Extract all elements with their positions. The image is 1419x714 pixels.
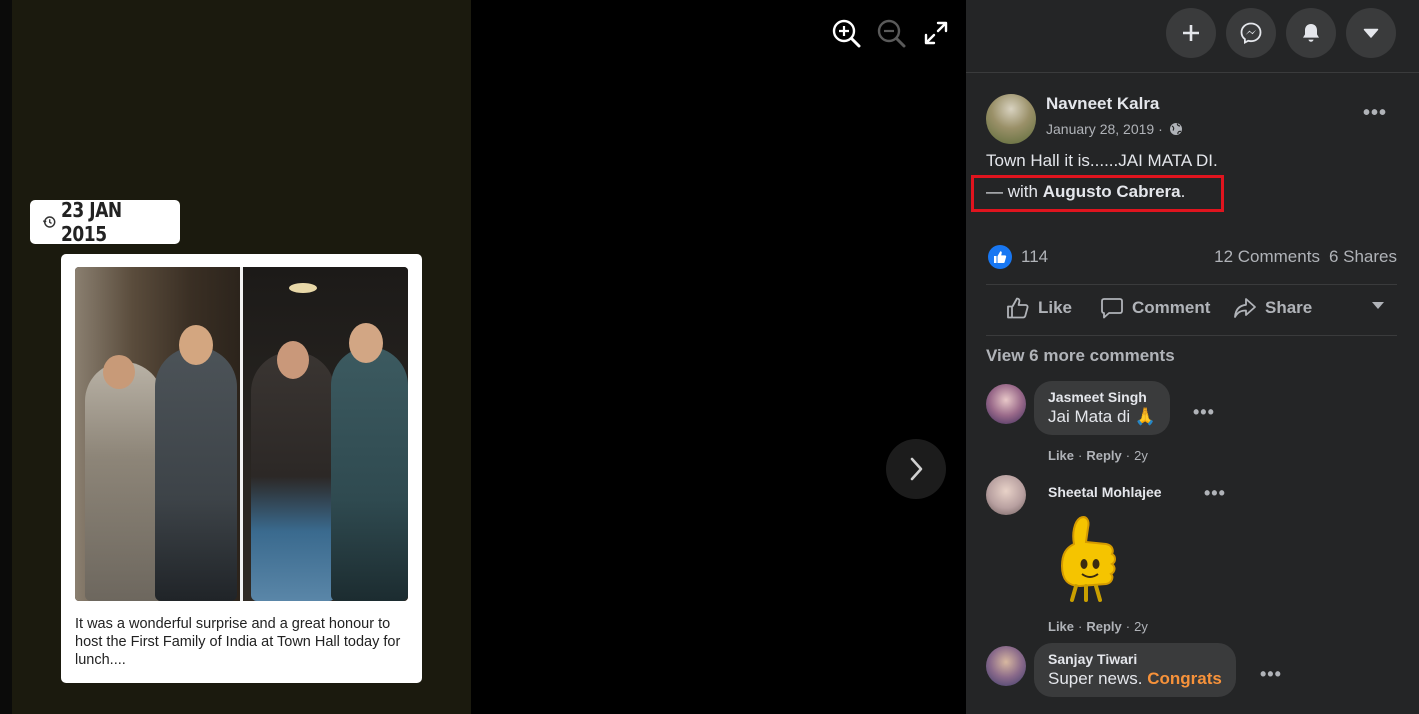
- share-button[interactable]: Share: [1233, 297, 1312, 319]
- messenger-icon: [1240, 22, 1262, 44]
- photo-viewer: 23 JAN 2015 It was a wonderful surprise …: [0, 0, 966, 714]
- zoom-in-button[interactable]: [831, 18, 861, 48]
- share-icon: [1234, 298, 1256, 318]
- comment-button-label: Comment: [1132, 298, 1211, 317]
- comment-like-link[interactable]: Like: [1048, 619, 1074, 634]
- comment-age[interactable]: 2y: [1134, 619, 1148, 634]
- author-avatar[interactable]: [986, 94, 1036, 144]
- zoom-out-icon: [877, 19, 906, 48]
- comment-text-highlight: Congrats: [1147, 669, 1222, 688]
- post-date-text: January 28, 2019 ·: [1046, 121, 1163, 137]
- comment-bubble: Sanjay Tiwari Super news. Congrats: [1034, 643, 1236, 697]
- comment-meta-separator: ·: [1125, 619, 1131, 634]
- like-button-label: Like: [1038, 298, 1073, 317]
- bell-icon: [1303, 24, 1319, 42]
- history-icon: [42, 216, 56, 228]
- news-card: It was a wonderful surprise and a great …: [61, 254, 422, 683]
- comment-reply-link[interactable]: Reply: [1086, 619, 1121, 634]
- comment-text: Jai Mata di 🙏: [1048, 407, 1157, 426]
- comment-button[interactable]: Comment: [1100, 297, 1210, 319]
- post-author[interactable]: Navneet Kalra: [1046, 94, 1159, 114]
- comment-icon: [1101, 298, 1123, 319]
- top-bar: [966, 0, 1419, 73]
- post-date[interactable]: January 28, 2019 ·: [1046, 121, 1183, 137]
- comment-text: Super news. Congrats: [1048, 669, 1222, 689]
- comment-author[interactable]: Sheetal Mohlajee: [1048, 484, 1162, 500]
- post-actions-bar: Like Comment Share: [986, 284, 1397, 336]
- post-text: Town Hall it is......JAI MATA DI.: [986, 151, 1218, 170]
- comment-author[interactable]: Jasmeet Singh: [1048, 389, 1156, 405]
- comment-reply-link[interactable]: Reply: [1086, 448, 1121, 463]
- comment-options-button[interactable]: •••: [1193, 402, 1215, 423]
- annotation-highlight-box: [971, 175, 1224, 212]
- caret-down-icon: [1363, 28, 1379, 38]
- next-photo-button[interactable]: [886, 439, 946, 499]
- reactions-count: 114: [1021, 247, 1049, 266]
- fullscreen-button[interactable]: [921, 18, 951, 48]
- messenger-button[interactable]: [1226, 8, 1276, 58]
- comments-count-link[interactable]: 12 Comments: [1214, 247, 1320, 267]
- comment-options-button[interactable]: •••: [1204, 483, 1226, 504]
- comment-text-plain: Super news.: [1048, 669, 1148, 688]
- post-options-button[interactable]: •••: [1363, 102, 1387, 125]
- share-button-label: Share: [1265, 298, 1313, 317]
- reactions-summary[interactable]: 114: [988, 245, 1048, 269]
- like-button[interactable]: Like: [1006, 297, 1072, 319]
- comment-bubble: Jasmeet Singh Jai Mata di 🙏: [1034, 381, 1171, 435]
- comment-meta-separator: ·: [1078, 448, 1083, 463]
- account-menu-button[interactable]: [1346, 8, 1396, 58]
- fullscreen-icon: [924, 21, 948, 45]
- thumbs-up-sticker: [1060, 516, 1116, 602]
- create-button[interactable]: [1166, 8, 1216, 58]
- engagement-counts: 12 Comments 6 Shares: [1214, 247, 1397, 267]
- comment-meta-separator: ·: [1078, 619, 1083, 634]
- shares-count-link[interactable]: 6 Shares: [1329, 247, 1397, 267]
- comment-avatar[interactable]: [986, 384, 1026, 424]
- photo-right-half: [243, 267, 408, 601]
- chevron-right-icon: [910, 457, 923, 481]
- date-badge: 23 JAN 2015: [30, 198, 180, 246]
- comment-author[interactable]: Sanjay Tiwari: [1048, 651, 1222, 667]
- globe-icon: [1169, 123, 1182, 135]
- date-badge-text: 23 JAN 2015: [60, 198, 122, 246]
- comment-age[interactable]: 2y: [1134, 448, 1148, 463]
- view-more-comments-link[interactable]: View 6 more comments: [986, 346, 1175, 366]
- thumbs-up-icon: [1007, 297, 1029, 319]
- zoom-out-button[interactable]: [876, 18, 906, 48]
- comment-meta: Like · Reply · 2y: [1048, 448, 1148, 463]
- post-panel: Navneet Kalra January 28, 2019 · ••• Tow…: [966, 0, 1419, 714]
- comment-meta-separator: ·: [1125, 448, 1131, 463]
- photo-left-half: [75, 267, 240, 601]
- comment-meta: Like · Reply · 2y: [1048, 619, 1148, 634]
- like-reaction-icon: [988, 245, 1012, 269]
- comment-avatar[interactable]: [986, 646, 1026, 686]
- notifications-button[interactable]: [1286, 8, 1336, 58]
- comment-like-link[interactable]: Like: [1048, 448, 1074, 463]
- plus-icon: [1183, 25, 1199, 41]
- comment-options-button[interactable]: •••: [1260, 664, 1282, 685]
- audience-caret-icon[interactable]: [1372, 302, 1384, 309]
- comment-avatar[interactable]: [986, 475, 1026, 515]
- viewer-edge: [0, 0, 12, 714]
- zoom-in-icon: [832, 19, 861, 48]
- card-photo: [75, 267, 408, 601]
- card-caption: It was a wonderful surprise and a great …: [75, 616, 401, 668]
